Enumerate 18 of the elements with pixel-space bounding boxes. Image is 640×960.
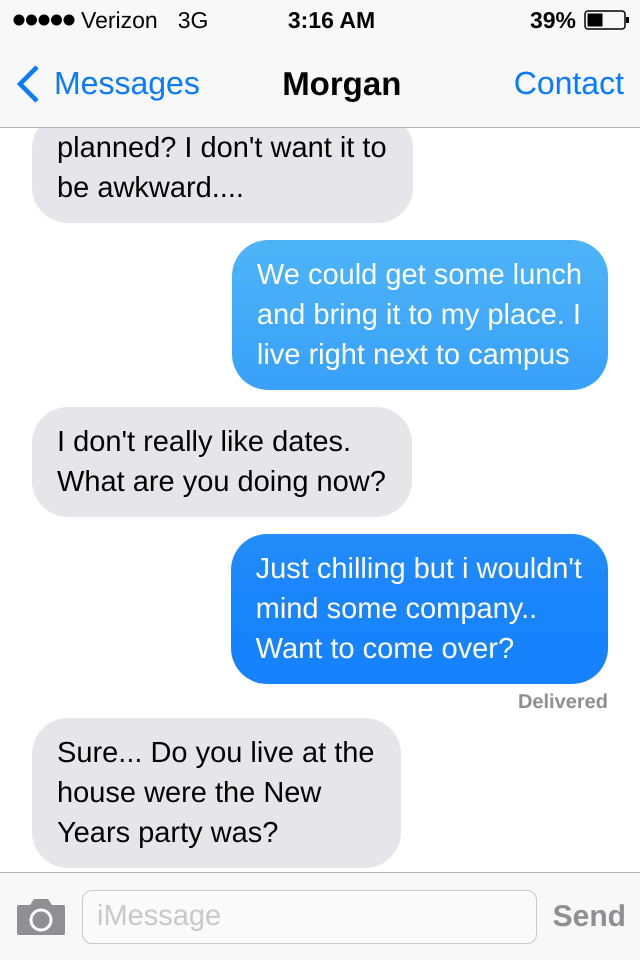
- battery-icon: [584, 10, 630, 30]
- chevron-left-icon: [16, 64, 40, 102]
- message-bubble: Sure... Do you live at the house were the New Years party was?: [32, 718, 401, 868]
- back-button[interactable]: Messages: [16, 64, 200, 102]
- battery-percent: 39%: [530, 6, 576, 34]
- message-bubble: Just chilling but i wouldn't mind some company.. Want to come over?: [230, 534, 608, 684]
- contact-name: Morgan: [282, 64, 402, 102]
- carrier-name: Verizon: [81, 6, 158, 34]
- send-button[interactable]: Send: [552, 900, 626, 934]
- message-bubble: I don't really like dates. What are you doing now?: [32, 407, 412, 517]
- message-bubble: planned? I don't want it to be awkward....: [32, 128, 413, 223]
- contact-button[interactable]: Contact: [514, 65, 624, 102]
- camera-icon[interactable]: [16, 898, 66, 936]
- network-type: 3G: [178, 6, 208, 34]
- clock-time: 3:16 AM: [288, 6, 376, 34]
- delivery-status: Delivered: [518, 691, 608, 715]
- signal-icon: [13, 14, 75, 26]
- message-bubble: We could get some lunch and bring it to my place. I live right next to campus: [232, 240, 608, 390]
